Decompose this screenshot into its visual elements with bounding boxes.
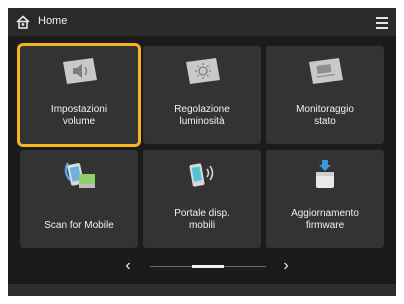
page-title: Home [38, 15, 68, 27]
tile-scan-for-mobile[interactable]: Scan for Mobile [20, 150, 138, 248]
tile-volume-settings[interactable]: Impostazioni volume [20, 46, 138, 144]
header-bar: Home [8, 8, 396, 36]
previous-page-button[interactable]: ‹ [120, 256, 136, 276]
home-screen: Home Impostazioni volume Regolazione lum… [8, 8, 396, 296]
tile-brightness[interactable]: Regolazione luminosità [143, 46, 261, 144]
scan-to-mobile-icon [59, 158, 99, 192]
mobile-portal-icon [182, 158, 222, 192]
tile-firmware-update[interactable]: Aggiornamento firmware [266, 150, 384, 248]
tile-label: Scan for Mobile [44, 220, 114, 231]
next-page-button[interactable]: › [278, 256, 294, 276]
speaker-volume-icon [59, 54, 99, 88]
brightness-icon [182, 54, 222, 88]
tile-label: Aggiornamento firmware [291, 208, 359, 231]
page-scroll-track [150, 265, 266, 268]
status-monitor-icon [305, 54, 345, 88]
tile-label: Portale disp. mobili [174, 208, 230, 231]
menu-icon[interactable] [374, 14, 390, 30]
bottom-bar [8, 284, 396, 296]
page-scroll-thumb[interactable] [192, 265, 224, 268]
firmware-update-icon [305, 158, 345, 192]
page-indicator: ‹ › [8, 256, 396, 278]
tile-label: Impostazioni volume [50, 104, 108, 127]
tile-mobile-portal[interactable]: Portale disp. mobili [143, 150, 261, 248]
tile-status-monitor[interactable]: Monitoraggio stato [266, 46, 384, 144]
tile-label: Monitoraggio stato [296, 104, 354, 127]
tile-label: Regolazione luminosità [174, 104, 230, 127]
home-icon[interactable] [15, 14, 31, 30]
